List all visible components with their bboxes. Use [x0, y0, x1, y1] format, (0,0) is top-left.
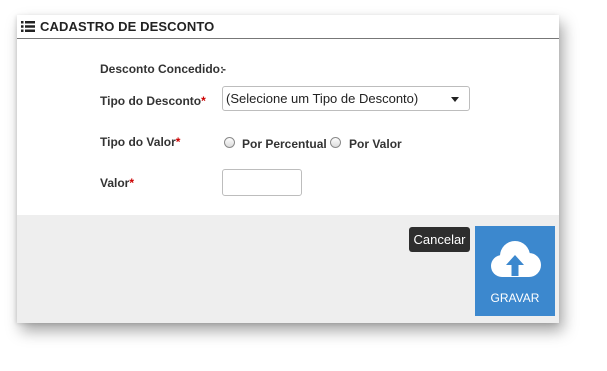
valor-label: Valor* — [100, 176, 135, 190]
tipo-desconto-selected: (Selecione um Tipo de Desconto) — [226, 91, 419, 106]
page-title: CADASTRO DE DESCONTO — [40, 19, 215, 34]
cloud-upload-icon — [491, 241, 541, 277]
list-icon — [21, 21, 35, 32]
panel-header: CADASTRO DE DESCONTO — [17, 15, 559, 39]
cancel-button[interactable]: Cancelar — [409, 227, 470, 252]
valor-input[interactable] — [222, 169, 302, 196]
radio-por-valor-label[interactable]: Por Valor — [349, 137, 402, 151]
radio-por-valor[interactable] — [330, 137, 341, 148]
tipo-valor-label: Tipo do Valor* — [100, 135, 181, 149]
form-area: Desconto Concedido: - Tipo do Desconto* … — [17, 39, 559, 215]
radio-por-percentual[interactable] — [224, 137, 235, 148]
radio-por-percentual-label[interactable]: Por Percentual — [242, 137, 327, 151]
discount-form-panel: CADASTRO DE DESCONTO Desconto Concedido:… — [17, 15, 559, 323]
save-button[interactable]: GRAVAR — [475, 226, 555, 316]
desconto-concedido-label: Desconto Concedido: — [100, 62, 225, 76]
desconto-concedido-value: - — [222, 62, 226, 76]
required-mark: * — [129, 176, 135, 190]
required-mark: * — [201, 94, 206, 108]
tipo-desconto-label: Tipo do Desconto* — [100, 94, 206, 108]
save-button-label: GRAVAR — [490, 291, 540, 305]
tipo-desconto-select[interactable]: (Selecione um Tipo de Desconto) — [222, 86, 470, 111]
action-bar: Cancelar GRAVAR — [17, 215, 559, 323]
required-mark: * — [175, 135, 181, 149]
chevron-down-icon — [451, 97, 459, 102]
